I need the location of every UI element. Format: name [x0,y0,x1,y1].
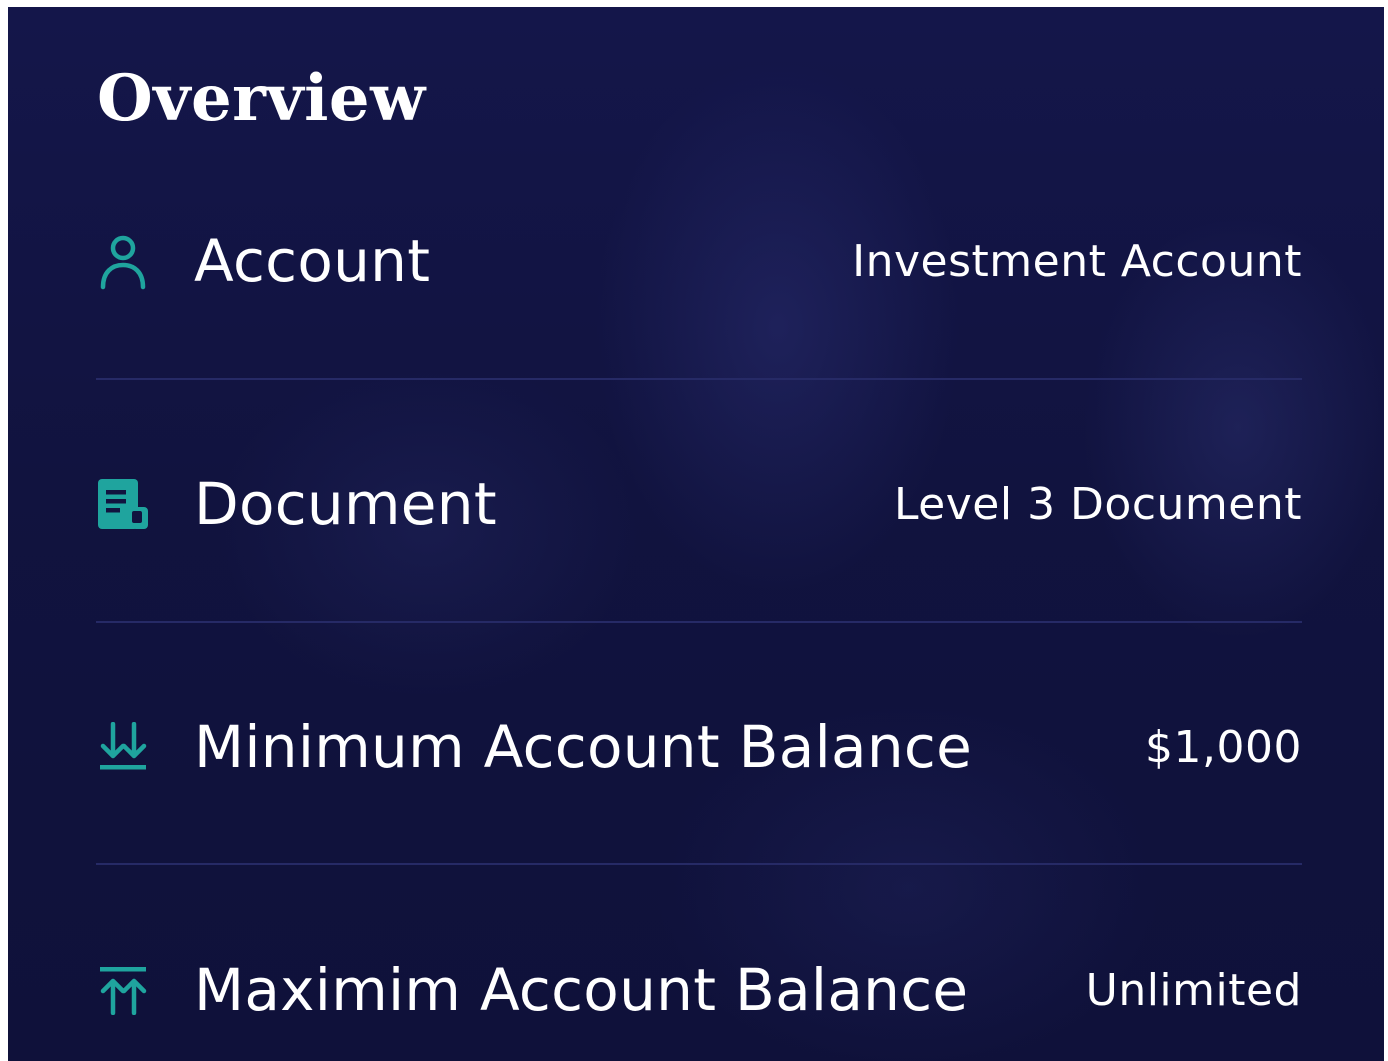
user-icon [96,231,150,291]
arrows-up-icon [96,960,150,1020]
overview-row-minimum-balance: Minimum Account Balance $1,000 [96,687,1302,807]
divider [96,621,1302,623]
divider [96,378,1302,380]
overview-row-label: Minimum Account Balance [194,713,973,781]
overview-panel: Overview Account Investment Account Docu… [8,7,1384,1061]
document-icon [96,474,150,534]
overview-row-document: Document Level 3 Document [96,444,1302,564]
overview-row-label: Maximim Account Balance [194,956,969,1024]
page-title: Overview [97,61,426,136]
overview-row-value: Unlimited [1085,964,1302,1016]
arrows-down-icon [96,717,150,777]
overview-row-value: Level 3 Document [893,478,1302,530]
overview-row-maximum-balance: Maximim Account Balance Unlimited [96,930,1302,1050]
overview-row-value: $1,000 [1145,721,1302,773]
divider [96,863,1302,865]
overview-row-label: Account [194,227,431,295]
overview-row-label: Document [194,470,497,538]
overview-row-account: Account Investment Account [96,201,1302,321]
overview-row-value: Investment Account [852,235,1302,287]
